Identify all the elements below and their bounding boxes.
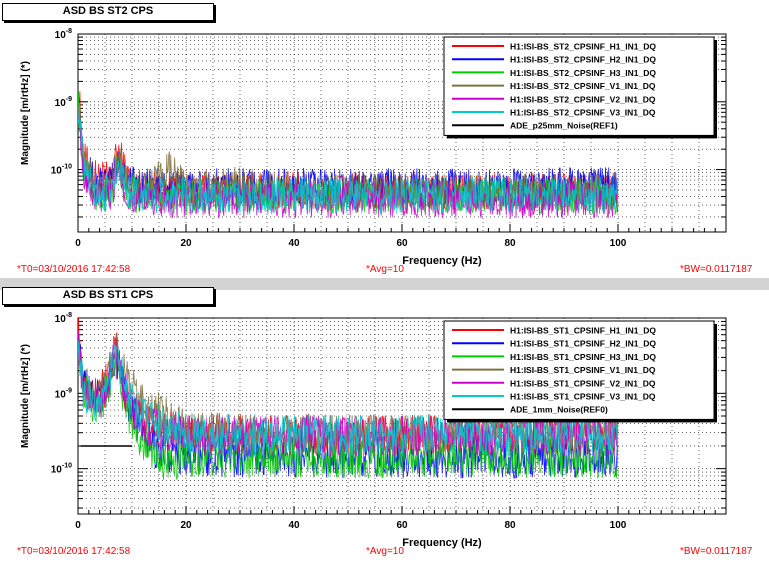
panel-title: ASD BS ST1 CPS [62, 289, 154, 301]
y-tick-label: 10-9 [55, 96, 72, 109]
x-tick-label: 40 [288, 238, 300, 249]
x-tick-label: 100 [610, 238, 627, 249]
legend-label: H1:ISI-BS_ST2_CPSINF_H1_IN1_DQ [510, 42, 656, 52]
x-axis-label: Frequency (Hz) [402, 255, 482, 267]
x-tick-label: 80 [504, 520, 516, 531]
legend-label: H1:ISI-BS_ST1_CPSINF_H1_IN1_DQ [510, 326, 656, 336]
legend-label: H1:ISI-BS_ST2_CPSINF_V1_IN1_DQ [510, 81, 656, 91]
y-axis-label: Magnitude [m/rtHz] (*) [20, 344, 31, 448]
legend-label: H1:ISI-BS_ST1_CPSINF_V3_IN1_DQ [510, 392, 656, 402]
legend-label: H1:ISI-BS_ST1_CPSINF_H3_IN1_DQ [510, 352, 656, 362]
legend-label: ADE_p25mm_Noise(REF1) [510, 121, 618, 131]
footer-bw: *BW=0.0117187 [680, 546, 753, 557]
x-tick-label: 0 [75, 520, 81, 531]
legend-label: H1:ISI-BS_ST2_CPSINF_V2_IN1_DQ [510, 94, 656, 104]
panel-title-box: ASD BS ST2 CPS [2, 3, 214, 21]
panel-st1: ASD BS ST1 CPS 0 20 40 60 80 100 10-8 10-9 10-10… [0, 284, 769, 559]
asd-chart-st2[interactable]: 0 20 40 60 80 100 10-8 10-9 10-10 Frequency (Hz) M… [0, 20, 769, 280]
x-tick-label: 0 [75, 238, 81, 249]
x-tick-label: 60 [396, 520, 408, 531]
legend-label: H1:ISI-BS_ST1_CPSINF_V1_IN1_DQ [510, 365, 656, 375]
x-tick-label: 20 [180, 520, 192, 531]
y-tick-label: 10-10 [51, 463, 72, 476]
legend-label: H1:ISI-BS_ST2_CPSINF_H2_IN1_DQ [510, 55, 656, 65]
y-tick-label: 10-8 [55, 312, 72, 325]
footer-bw: *BW=0.0117187 [680, 264, 753, 275]
legend-label: H1:ISI-BS_ST1_CPSINF_H2_IN1_DQ [510, 339, 656, 349]
footer-t0: *T0=03/10/2016 17:42:58 [17, 546, 131, 557]
legend: H1:ISI-BS_ST2_CPSINF_H1_IN1_DQ H1:ISI-BS_… [443, 36, 717, 139]
x-tick-label: 100 [610, 520, 627, 531]
y-axis-label: Magnitude [m/rtHz] (*) [20, 61, 31, 165]
footer-t0: *T0=03/10/2016 17:42:58 [17, 264, 131, 275]
y-tick-label: 10-10 [51, 164, 72, 177]
panel-title-box: ASD BS ST1 CPS [2, 287, 214, 305]
legend-label: ADE_1mm_Noise(REF0) [510, 405, 608, 415]
x-tick-label: 20 [180, 238, 192, 249]
x-axis-label: Frequency (Hz) [402, 537, 482, 549]
legend-label: H1:ISI-BS_ST2_CPSINF_V3_IN1_DQ [510, 108, 656, 118]
legend-label: H1:ISI-BS_ST1_CPSINF_V2_IN1_DQ [510, 378, 656, 388]
panel-title: ASD BS ST2 CPS [62, 5, 154, 17]
x-tick-label: 80 [504, 238, 516, 249]
legend: H1:ISI-BS_ST1_CPSINF_H1_IN1_DQ H1:ISI-BS_… [443, 320, 717, 423]
y-tick-label: 10-8 [55, 28, 72, 41]
footer-avg: *Avg=10 [366, 546, 404, 557]
asd-chart-st1[interactable]: 0 20 40 60 80 100 10-8 10-9 10-10 Frequency (Hz) M… [0, 304, 769, 564]
x-tick-label: 40 [288, 520, 300, 531]
panel-st2: ASD BS ST2 CPS 0 20 40 60 80 100 10-8 10-9 10-10… [0, 0, 769, 280]
x-tick-label: 60 [396, 238, 408, 249]
y-tick-label: 10-9 [55, 387, 72, 400]
legend-label: H1:ISI-BS_ST2_CPSINF_H3_IN1_DQ [510, 68, 656, 78]
footer-avg: *Avg=10 [366, 264, 404, 275]
